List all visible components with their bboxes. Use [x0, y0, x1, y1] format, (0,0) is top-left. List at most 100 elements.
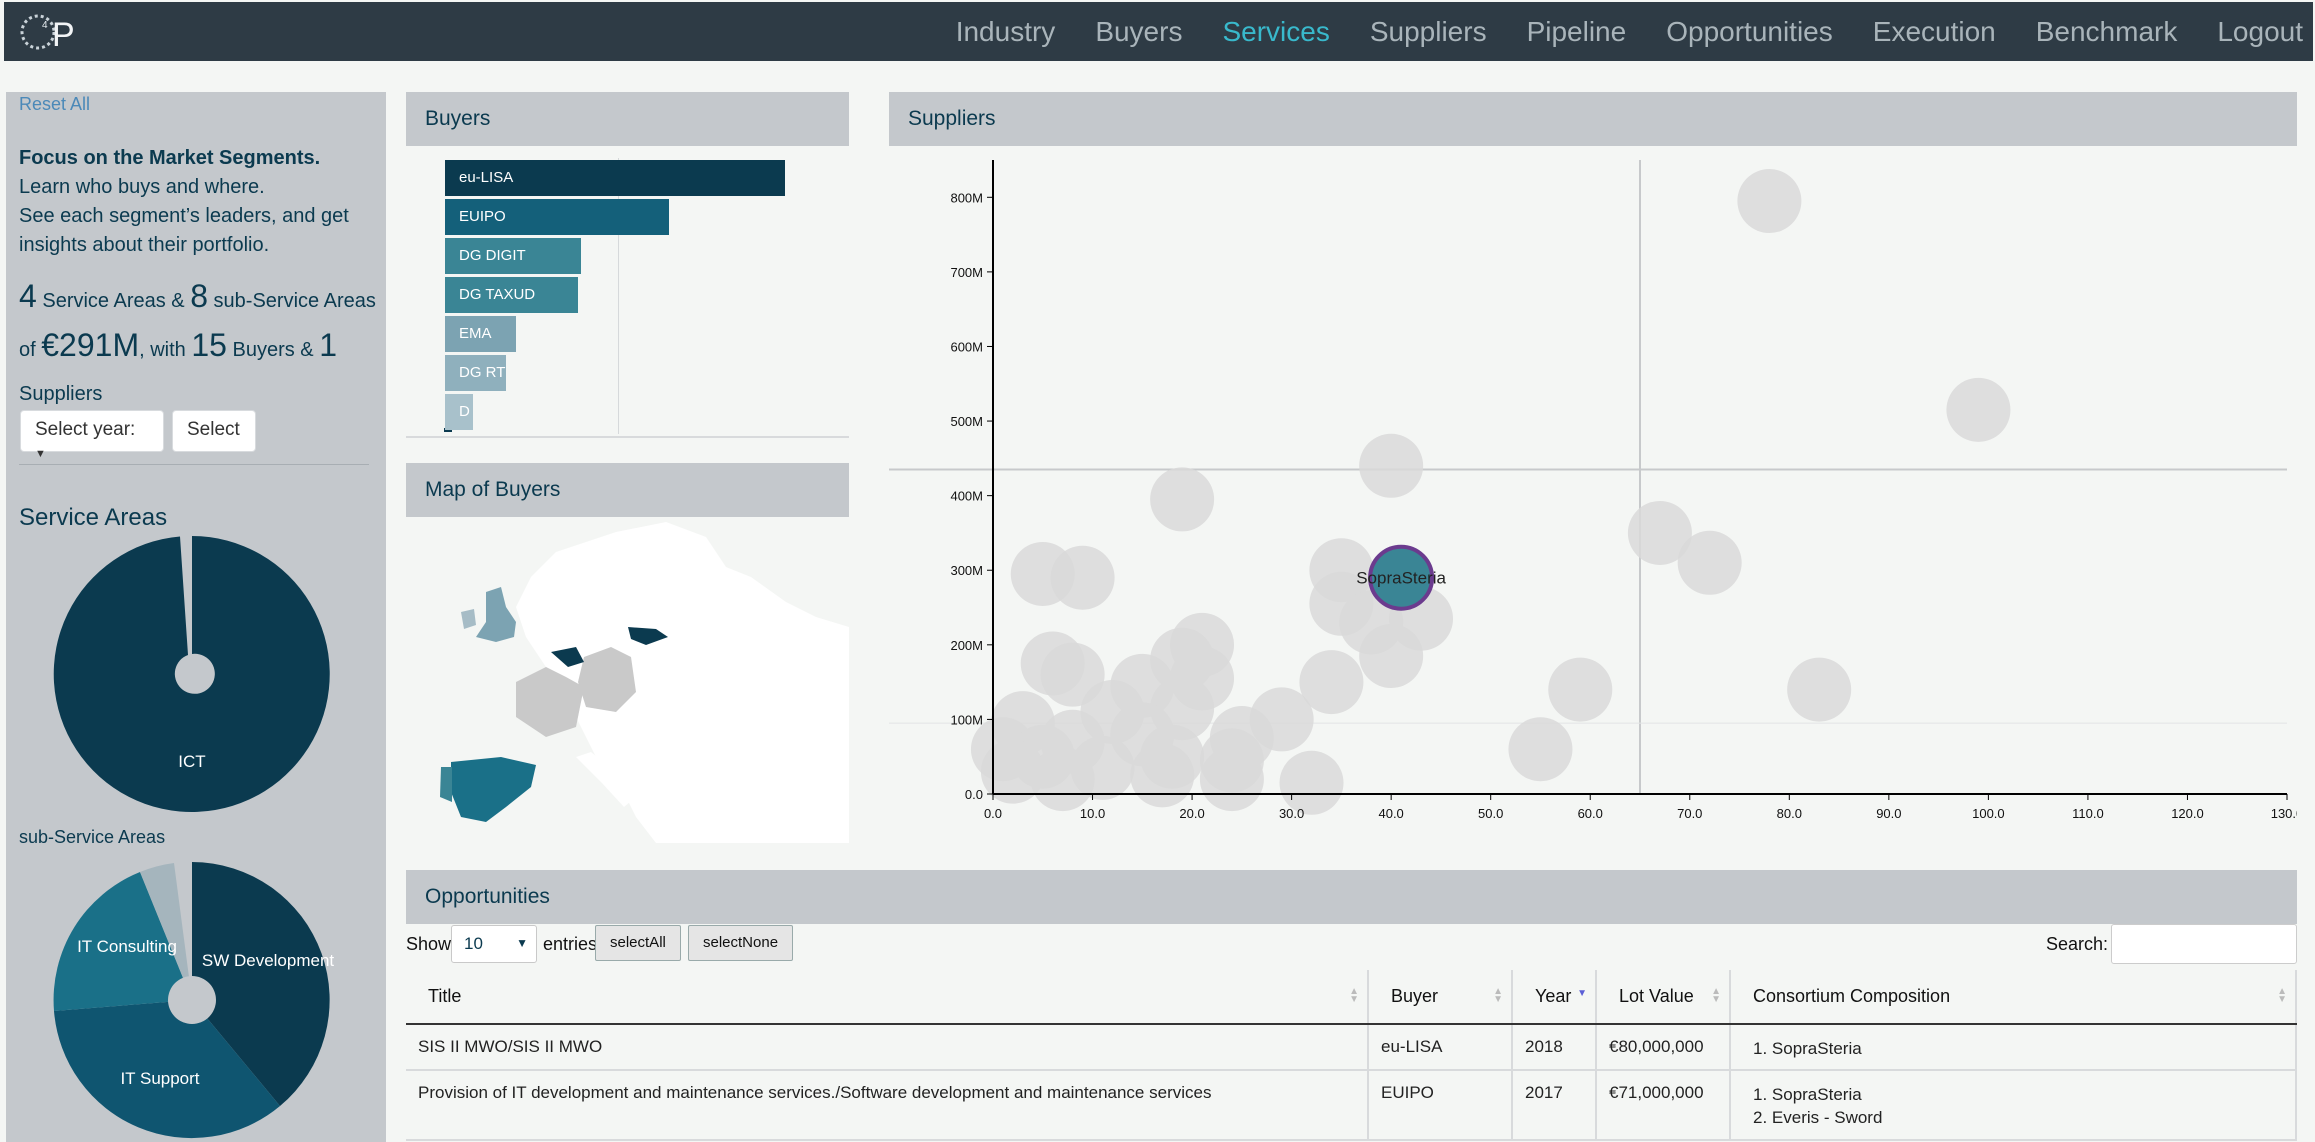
nav-item-execution[interactable]: Execution	[1873, 16, 1996, 48]
select-all-button[interactable]: selectAll	[595, 925, 681, 961]
market-summary: 4 Service Areas & 8 sub-Service Areas of…	[19, 274, 379, 416]
supplier-bubble[interactable]	[1359, 433, 1424, 498]
nav-item-services[interactable]: Services	[1222, 16, 1329, 48]
nav-item-benchmark[interactable]: Benchmark	[2036, 16, 2178, 48]
supplier-bubble[interactable]	[1199, 747, 1264, 812]
summary-text: Service Areas &	[36, 290, 191, 312]
supplier-bubble[interactable]	[1677, 530, 1742, 595]
table-row[interactable]: Provision of IT development and maintena…	[406, 1070, 2297, 1141]
nav-item-pipeline[interactable]: Pipeline	[1527, 16, 1627, 48]
opportunities-panel-title: Opportunities	[406, 870, 2297, 924]
cell-year: 2017	[1512, 1070, 1597, 1141]
buyer-bar[interactable]: eu-LISA	[445, 160, 785, 196]
x-tick-label: 100.0	[1972, 806, 2005, 821]
top-navigation-bar: 4 P Industry Buyers Services Suppliers Pipel…	[4, 2, 2313, 61]
supplier-bubble[interactable]	[1050, 545, 1115, 610]
x-tick-label: 50.0	[1478, 806, 1503, 821]
y-tick-label: 600M	[950, 339, 983, 354]
supplier-bubble[interactable]	[1030, 747, 1095, 812]
select-year-dropdown[interactable]: Select year: ▼	[20, 410, 164, 460]
service-areas-pie[interactable]: ICT	[50, 532, 334, 816]
sort-icon: ▲ ▼	[2277, 986, 2287, 1005]
table-header-row: Title ▲ ▼ Buyer ▲ ▼ Year ▼ Lot Value ▲ ▼ Consor…	[406, 970, 2297, 1025]
supplier-bubble[interactable]	[1150, 467, 1215, 532]
x-tick-label: 40.0	[1378, 806, 1403, 821]
cell-consortium: 1. SopraSteria	[1730, 1024, 2297, 1071]
entries-select[interactable]: 10 ▼	[451, 925, 537, 963]
pie-label: IT Support	[120, 1069, 199, 1088]
column-header-title[interactable]: Title ▲ ▼	[406, 970, 1369, 1025]
x-tick-label: 10.0	[1080, 806, 1105, 821]
column-header-lot-value[interactable]: Lot Value ▲ ▼	[1596, 970, 1731, 1025]
buyer-bar[interactable]: D	[445, 394, 473, 430]
x-tick-label: 120.0	[2171, 806, 2204, 821]
service-areas-count: 4	[19, 278, 37, 314]
cell-lot-value: €71,000,000	[1596, 1070, 1731, 1141]
supplier-bubble[interactable]	[1787, 657, 1852, 722]
buyer-bar[interactable]: EMA	[445, 316, 516, 352]
nav-item-opportunities[interactable]: Opportunities	[1666, 16, 1833, 48]
supplier-bubble[interactable]	[1548, 657, 1613, 722]
pie-hole	[168, 976, 216, 1024]
select-button[interactable]: Select	[172, 410, 256, 452]
buyer-bar[interactable]: DG DIGIT	[445, 238, 581, 274]
suppliers-scatter-chart[interactable]: SopraSteria 0.0 10.0 20.0 30.0 40.0 50.0 60.0 70…	[889, 146, 2297, 826]
x-tick-label: 90.0	[1876, 806, 1901, 821]
cell-buyer: eu-LISA	[1368, 1024, 1513, 1071]
buyer-bar[interactable]: EUIPO	[445, 199, 669, 235]
summary-text: , with	[139, 339, 192, 361]
intro-text: Focus on the Market Segments. Learn who …	[19, 144, 379, 260]
supplier-bubble[interactable]	[1946, 377, 2011, 442]
map-region-uk[interactable]	[476, 587, 516, 642]
column-title: Buyer	[1391, 986, 1439, 1006]
buyers-panel-title: Buyers	[406, 92, 849, 146]
consortium-member: 1. SopraSteria	[1753, 1039, 1862, 1058]
x-tick-label: 20.0	[1179, 806, 1204, 821]
buyer-bar[interactable]: DG TAXUD	[445, 277, 578, 313]
c4p-logo[interactable]: 4 P	[16, 8, 88, 56]
sort-icon: ▲ ▼	[1493, 986, 1503, 1005]
x-tick-label: 30.0	[1279, 806, 1304, 821]
column-header-buyer[interactable]: Buyer ▲ ▼	[1368, 970, 1513, 1025]
map-region-spain[interactable]	[451, 757, 536, 822]
map-region-ireland[interactable]	[461, 609, 476, 629]
column-header-year[interactable]: Year ▼	[1512, 970, 1597, 1025]
supplier-bubble[interactable]	[1737, 169, 1802, 234]
x-tick-label: 110.0	[2072, 806, 2104, 821]
table-row[interactable]: SIS II MWO/SIS II MWO eu-LISA 2018 €80,000,…	[406, 1024, 2297, 1071]
x-tick-label: 130.0	[2271, 806, 2297, 821]
y-tick-label: 400M	[950, 489, 983, 504]
show-label: Show	[406, 934, 452, 954]
nav-item-buyers[interactable]: Buyers	[1095, 16, 1182, 48]
entries-label: entries	[543, 934, 598, 954]
supplier-bubble[interactable]	[1508, 717, 1573, 782]
column-title: Title	[428, 986, 462, 1006]
y-tick-label: 300M	[950, 563, 983, 578]
sub-service-areas-pie[interactable]: SW Development IT Support IT Consulting	[50, 858, 334, 1142]
summary-text: Buyers &	[226, 339, 320, 361]
column-title: Year	[1535, 986, 1572, 1006]
column-header-consortium[interactable]: Consortium Composition ▲ ▼	[1730, 970, 2297, 1025]
nav-item-suppliers[interactable]: Suppliers	[1370, 16, 1487, 48]
reset-all-link[interactable]: Reset All	[19, 94, 90, 115]
map-region-portugal[interactable]	[440, 767, 452, 802]
sort-desc-icon: ▼	[1577, 988, 1587, 999]
svg-text:P: P	[52, 16, 75, 54]
column-title: Lot Value	[1619, 986, 1694, 1006]
y-tick-label: 700M	[950, 265, 983, 280]
caret-down-icon: ▼	[35, 448, 46, 460]
svg-text:4: 4	[42, 20, 48, 31]
search-input[interactable]	[2111, 924, 2297, 964]
nav-item-logout[interactable]: Logout	[2217, 16, 2303, 48]
consortium-member: 2. Everis - Sword	[1753, 1108, 1883, 1127]
supplier-bubble[interactable]	[1130, 743, 1195, 808]
supplier-bubble[interactable]	[1359, 624, 1424, 689]
market-value: €291M	[41, 327, 140, 363]
search-label: Search:	[2046, 934, 2109, 954]
entries-value: 10	[464, 934, 483, 953]
buyers-map[interactable]	[406, 517, 849, 843]
cell-consortium: 1. SopraSteria 2. Everis - Sword	[1730, 1070, 2297, 1141]
buyer-bar[interactable]: DG RTD	[445, 355, 506, 391]
nav-item-industry[interactable]: Industry	[956, 16, 1056, 48]
select-none-button[interactable]: selectNone	[688, 925, 794, 961]
